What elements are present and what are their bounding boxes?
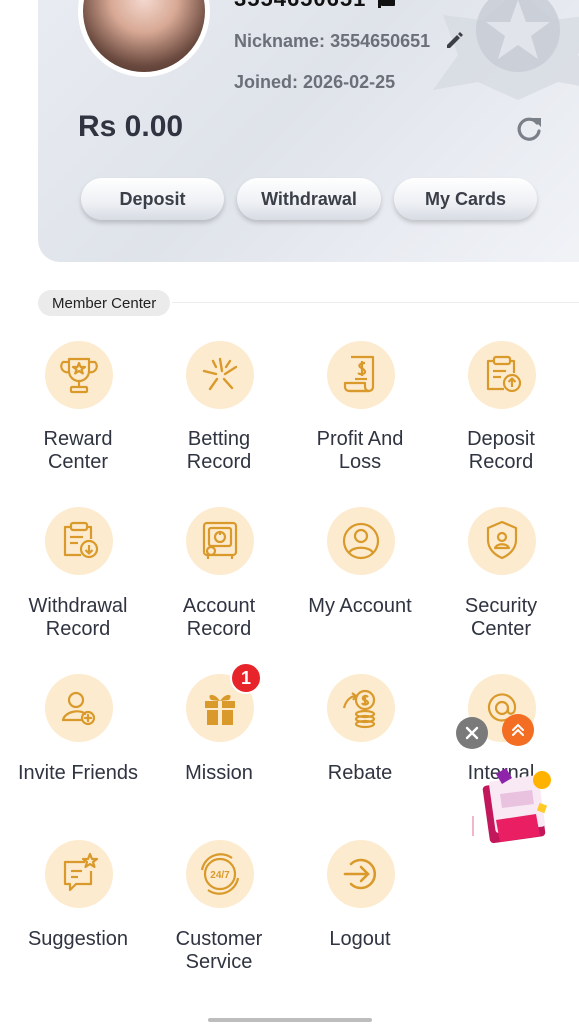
support-24-7-icon: 24/7	[186, 840, 254, 908]
vip-badge-background-icon	[433, 0, 579, 100]
my-cards-button[interactable]: My Cards	[394, 178, 537, 220]
menu-label-line2: Center	[47, 451, 109, 473]
section-divider	[172, 302, 579, 303]
member-center-title: Member Center	[38, 290, 171, 316]
copy-icon[interactable]	[378, 0, 398, 8]
menu-label-line1: My Account	[308, 595, 412, 617]
svg-text:24/7: 24/7	[210, 870, 230, 881]
user-id: 3554650651	[234, 0, 366, 12]
menu-label-line2: Record	[186, 451, 252, 473]
menu-label-line2: Record	[186, 618, 252, 640]
menu-label-line1: Deposit	[467, 428, 535, 450]
joined-row: Joined: 2026-02-25	[234, 72, 395, 93]
menu-label-line2: Loss	[338, 451, 382, 473]
menu-label-line2: Center	[470, 618, 532, 640]
menu-label-line2: Record	[45, 618, 111, 640]
home-indicator	[208, 1018, 372, 1022]
shield-user-icon	[468, 507, 536, 575]
menu-label-line1: Account	[182, 595, 256, 617]
menu-label-line1: Mission	[185, 762, 253, 784]
mission-notification-badge: 1	[230, 662, 262, 694]
add-user-icon	[45, 674, 113, 742]
deposit-button[interactable]: Deposit	[81, 178, 224, 220]
menu-label-line1: Profit And	[316, 428, 404, 450]
safe-icon	[186, 507, 254, 575]
logout-icon	[327, 840, 395, 908]
menu-label-line1: Rebate	[327, 762, 393, 784]
double-chevron-up-icon	[512, 723, 524, 736]
withdrawal-button[interactable]: Withdrawal	[237, 178, 381, 220]
menu-label-line1: Suggestion	[27, 928, 129, 950]
clipboard-upload-icon	[468, 341, 536, 409]
menu-label-line1: Withdrawal	[28, 595, 128, 617]
menu-label-line2: Service	[185, 951, 253, 973]
clipboard-download-icon	[45, 507, 113, 575]
menu-label-line1: Invite Friends	[17, 762, 139, 784]
refresh-icon[interactable]	[514, 114, 544, 144]
avatar-image	[83, 0, 205, 72]
close-icon	[465, 726, 479, 740]
coins-icon	[327, 674, 395, 742]
menu-label-line1: Reward	[43, 428, 113, 450]
close-float-button[interactable]	[456, 717, 488, 749]
nickname-value: 3554650651	[330, 31, 431, 51]
scroll-to-top-button[interactable]	[502, 714, 534, 746]
invoice-dollar-icon	[327, 341, 395, 409]
user-circle-icon	[327, 507, 395, 575]
promo-gift-icon[interactable]	[472, 764, 564, 848]
joined-label: Joined:	[234, 72, 299, 92]
chat-star-icon	[45, 840, 113, 908]
wallet-balance: Rs 0.00	[78, 110, 184, 143]
menu-label-line2: Record	[468, 451, 534, 473]
star-burst-icon	[186, 341, 254, 409]
nickname-row: Nickname: 3554650651	[234, 31, 430, 52]
joined-date: 2026-02-25	[303, 72, 396, 92]
nickname-label: Nickname:	[234, 31, 326, 51]
profile-page: 3554650651 Nickname: 3554650651 Joined: …	[0, 0, 579, 1024]
menu-label-line1: Logout	[329, 928, 391, 950]
trophy-icon	[45, 341, 113, 409]
menu-label-line1: Betting	[187, 428, 251, 450]
menu-label-line1: Customer	[175, 928, 263, 950]
menu-label-line1: Security	[464, 595, 538, 617]
edit-pencil-icon[interactable]	[445, 30, 465, 50]
